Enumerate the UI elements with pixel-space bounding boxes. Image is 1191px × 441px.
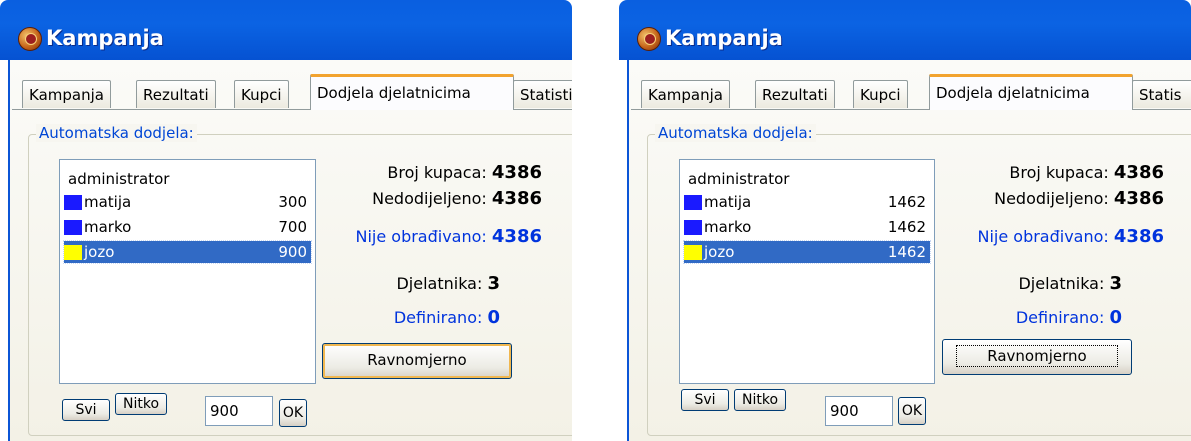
window-title: Kampanja — [665, 26, 783, 50]
list-header-administrator[interactable]: administrator — [688, 168, 930, 190]
window-right: Kampanja Kampanja Rezultati Kupci Dodjel… — [619, 0, 1191, 441]
stat-label: Nedodijeljeno: — [372, 189, 487, 208]
list-item-value: 1462 — [887, 193, 926, 211]
list-item-jozo[interactable]: jozo 1462 — [683, 240, 931, 264]
tab-dodjela-djelatnicima[interactable]: Dodjela djelatnicima — [310, 74, 514, 110]
list-item-name: jozo — [704, 243, 735, 261]
stat-nedodijeljeno: Nedodijeljeno: 4386 — [994, 188, 1164, 209]
list-item-value: 900 — [278, 243, 307, 261]
stat-djelatnika: Djelatnika: 3 — [396, 273, 500, 294]
stat-definirano: Definirano: 0 — [1016, 307, 1122, 328]
list-item-name: marko — [84, 218, 132, 236]
window-title: Kampanja — [46, 26, 164, 50]
color-swatch — [684, 195, 702, 210]
ok-button[interactable]: OK — [279, 399, 307, 427]
stat-label: Broj kupaca: — [1009, 163, 1109, 182]
app-icon — [637, 27, 661, 51]
list-item-matija[interactable]: matija 1462 — [684, 191, 930, 213]
color-swatch — [684, 245, 702, 260]
list-item-marko[interactable]: marko 700 — [64, 216, 311, 238]
window-left: Kampanja Kampanja Rezultati Kupci Dodjel… — [0, 0, 572, 441]
color-swatch — [684, 220, 702, 235]
stat-value: 4386 — [491, 162, 542, 183]
list-item-value: 1462 — [887, 243, 926, 261]
stat-label: Definirano: — [393, 308, 483, 327]
tab-rezultati[interactable]: Rezultati — [136, 80, 216, 108]
list-item-jozo[interactable]: jozo 900 — [63, 240, 312, 264]
tab-kampanja[interactable]: Kampanja — [22, 80, 111, 108]
stat-value: 0 — [487, 307, 500, 328]
ravnomjerno-button[interactable]: Ravnomjerno — [322, 343, 512, 379]
stat-definirano: Definirano: 0 — [394, 307, 500, 328]
employee-listbox[interactable]: administrator matija 1462 marko 1462 joz… — [679, 159, 935, 384]
amount-input[interactable] — [205, 396, 273, 426]
nitko-button[interactable]: Nitko — [115, 393, 167, 415]
list-item-value: 1462 — [887, 218, 926, 236]
list-item-name: matija — [704, 193, 752, 211]
color-swatch — [64, 245, 82, 260]
ravnomjerno-label: Ravnomjerno — [956, 345, 1118, 367]
tab-bar: Kampanja Rezultati Kupci Dodjela djelatn… — [12, 72, 572, 110]
amount-input[interactable] — [825, 396, 893, 426]
list-item-matija[interactable]: matija 300 — [64, 191, 311, 213]
employee-listbox[interactable]: administrator matija 300 marko 700 jozo … — [59, 159, 316, 384]
stat-label: Djelatnika: — [1018, 274, 1105, 293]
group-label: Automatska dodjela: — [655, 124, 816, 142]
list-header-administrator[interactable]: administrator — [68, 168, 311, 190]
stat-nedodijeljeno: Nedodijeljeno: 4386 — [372, 188, 542, 209]
color-swatch — [64, 220, 82, 235]
stat-broj-kupaca: Broj kupaca: 4386 — [1009, 162, 1164, 183]
svi-button[interactable]: Svi — [681, 389, 729, 411]
stat-value: 4386 — [1113, 162, 1164, 183]
group-label: Automatska dodjela: — [36, 124, 197, 142]
tab-bar: Kampanja Rezultati Kupci Dodjela djelatn… — [631, 72, 1191, 110]
app-icon — [18, 27, 42, 51]
nitko-button[interactable]: Nitko — [734, 389, 786, 411]
tab-rezultati[interactable]: Rezultati — [755, 80, 835, 108]
stats-block: Broj kupaca: 4386 Nedodijeljeno: 4386 Ni… — [939, 160, 1164, 340]
tab-kupci[interactable]: Kupci — [234, 80, 289, 108]
list-item-value: 300 — [278, 193, 307, 211]
tab-dodjela-djelatnicima[interactable]: Dodjela djelatnicima — [929, 74, 1133, 110]
color-swatch — [64, 195, 82, 210]
tab-statistika[interactable]: Statis — [1132, 80, 1191, 108]
stat-nije-obradjivano: Nije obrađivano: 4386 — [355, 226, 542, 247]
stat-label: Djelatnika: — [396, 274, 483, 293]
stat-value: 3 — [487, 273, 500, 294]
stat-value: 4386 — [491, 226, 542, 247]
ravnomjerno-button[interactable]: Ravnomjerno — [942, 339, 1132, 375]
stat-label: Broj kupaca: — [387, 163, 487, 182]
tab-kampanja[interactable]: Kampanja — [641, 80, 730, 108]
stat-value: 4386 — [1113, 226, 1164, 247]
list-item-name: marko — [704, 218, 752, 236]
stat-nije-obradjivano: Nije obrađivano: 4386 — [977, 226, 1164, 247]
stat-label: Nije obrađivano: — [355, 227, 487, 246]
stat-value: 4386 — [491, 188, 542, 209]
stat-value: 4386 — [1113, 188, 1164, 209]
stat-label: Nije obrađivano: — [977, 227, 1109, 246]
title-bar[interactable]: Kampanja — [619, 0, 1191, 60]
title-bar[interactable]: Kampanja — [0, 0, 572, 60]
list-item-name: jozo — [84, 243, 115, 261]
stats-block: Broj kupaca: 4386 Nedodijeljeno: 4386 Ni… — [320, 160, 542, 340]
stat-label: Nedodijeljeno: — [994, 189, 1109, 208]
ok-button[interactable]: OK — [898, 397, 926, 425]
list-item-name: matija — [84, 193, 132, 211]
stat-label: Definirano: — [1015, 308, 1105, 327]
stat-djelatnika: Djelatnika: 3 — [1018, 273, 1122, 294]
tab-statistika[interactable]: Statisti — [513, 80, 572, 108]
svi-button[interactable]: Svi — [62, 399, 110, 421]
list-item-value: 700 — [278, 218, 307, 236]
list-item-marko[interactable]: marko 1462 — [684, 216, 930, 238]
stat-value: 3 — [1109, 273, 1122, 294]
stat-value: 0 — [1109, 307, 1122, 328]
stat-broj-kupaca: Broj kupaca: 4386 — [387, 162, 542, 183]
tab-kupci[interactable]: Kupci — [853, 80, 908, 108]
